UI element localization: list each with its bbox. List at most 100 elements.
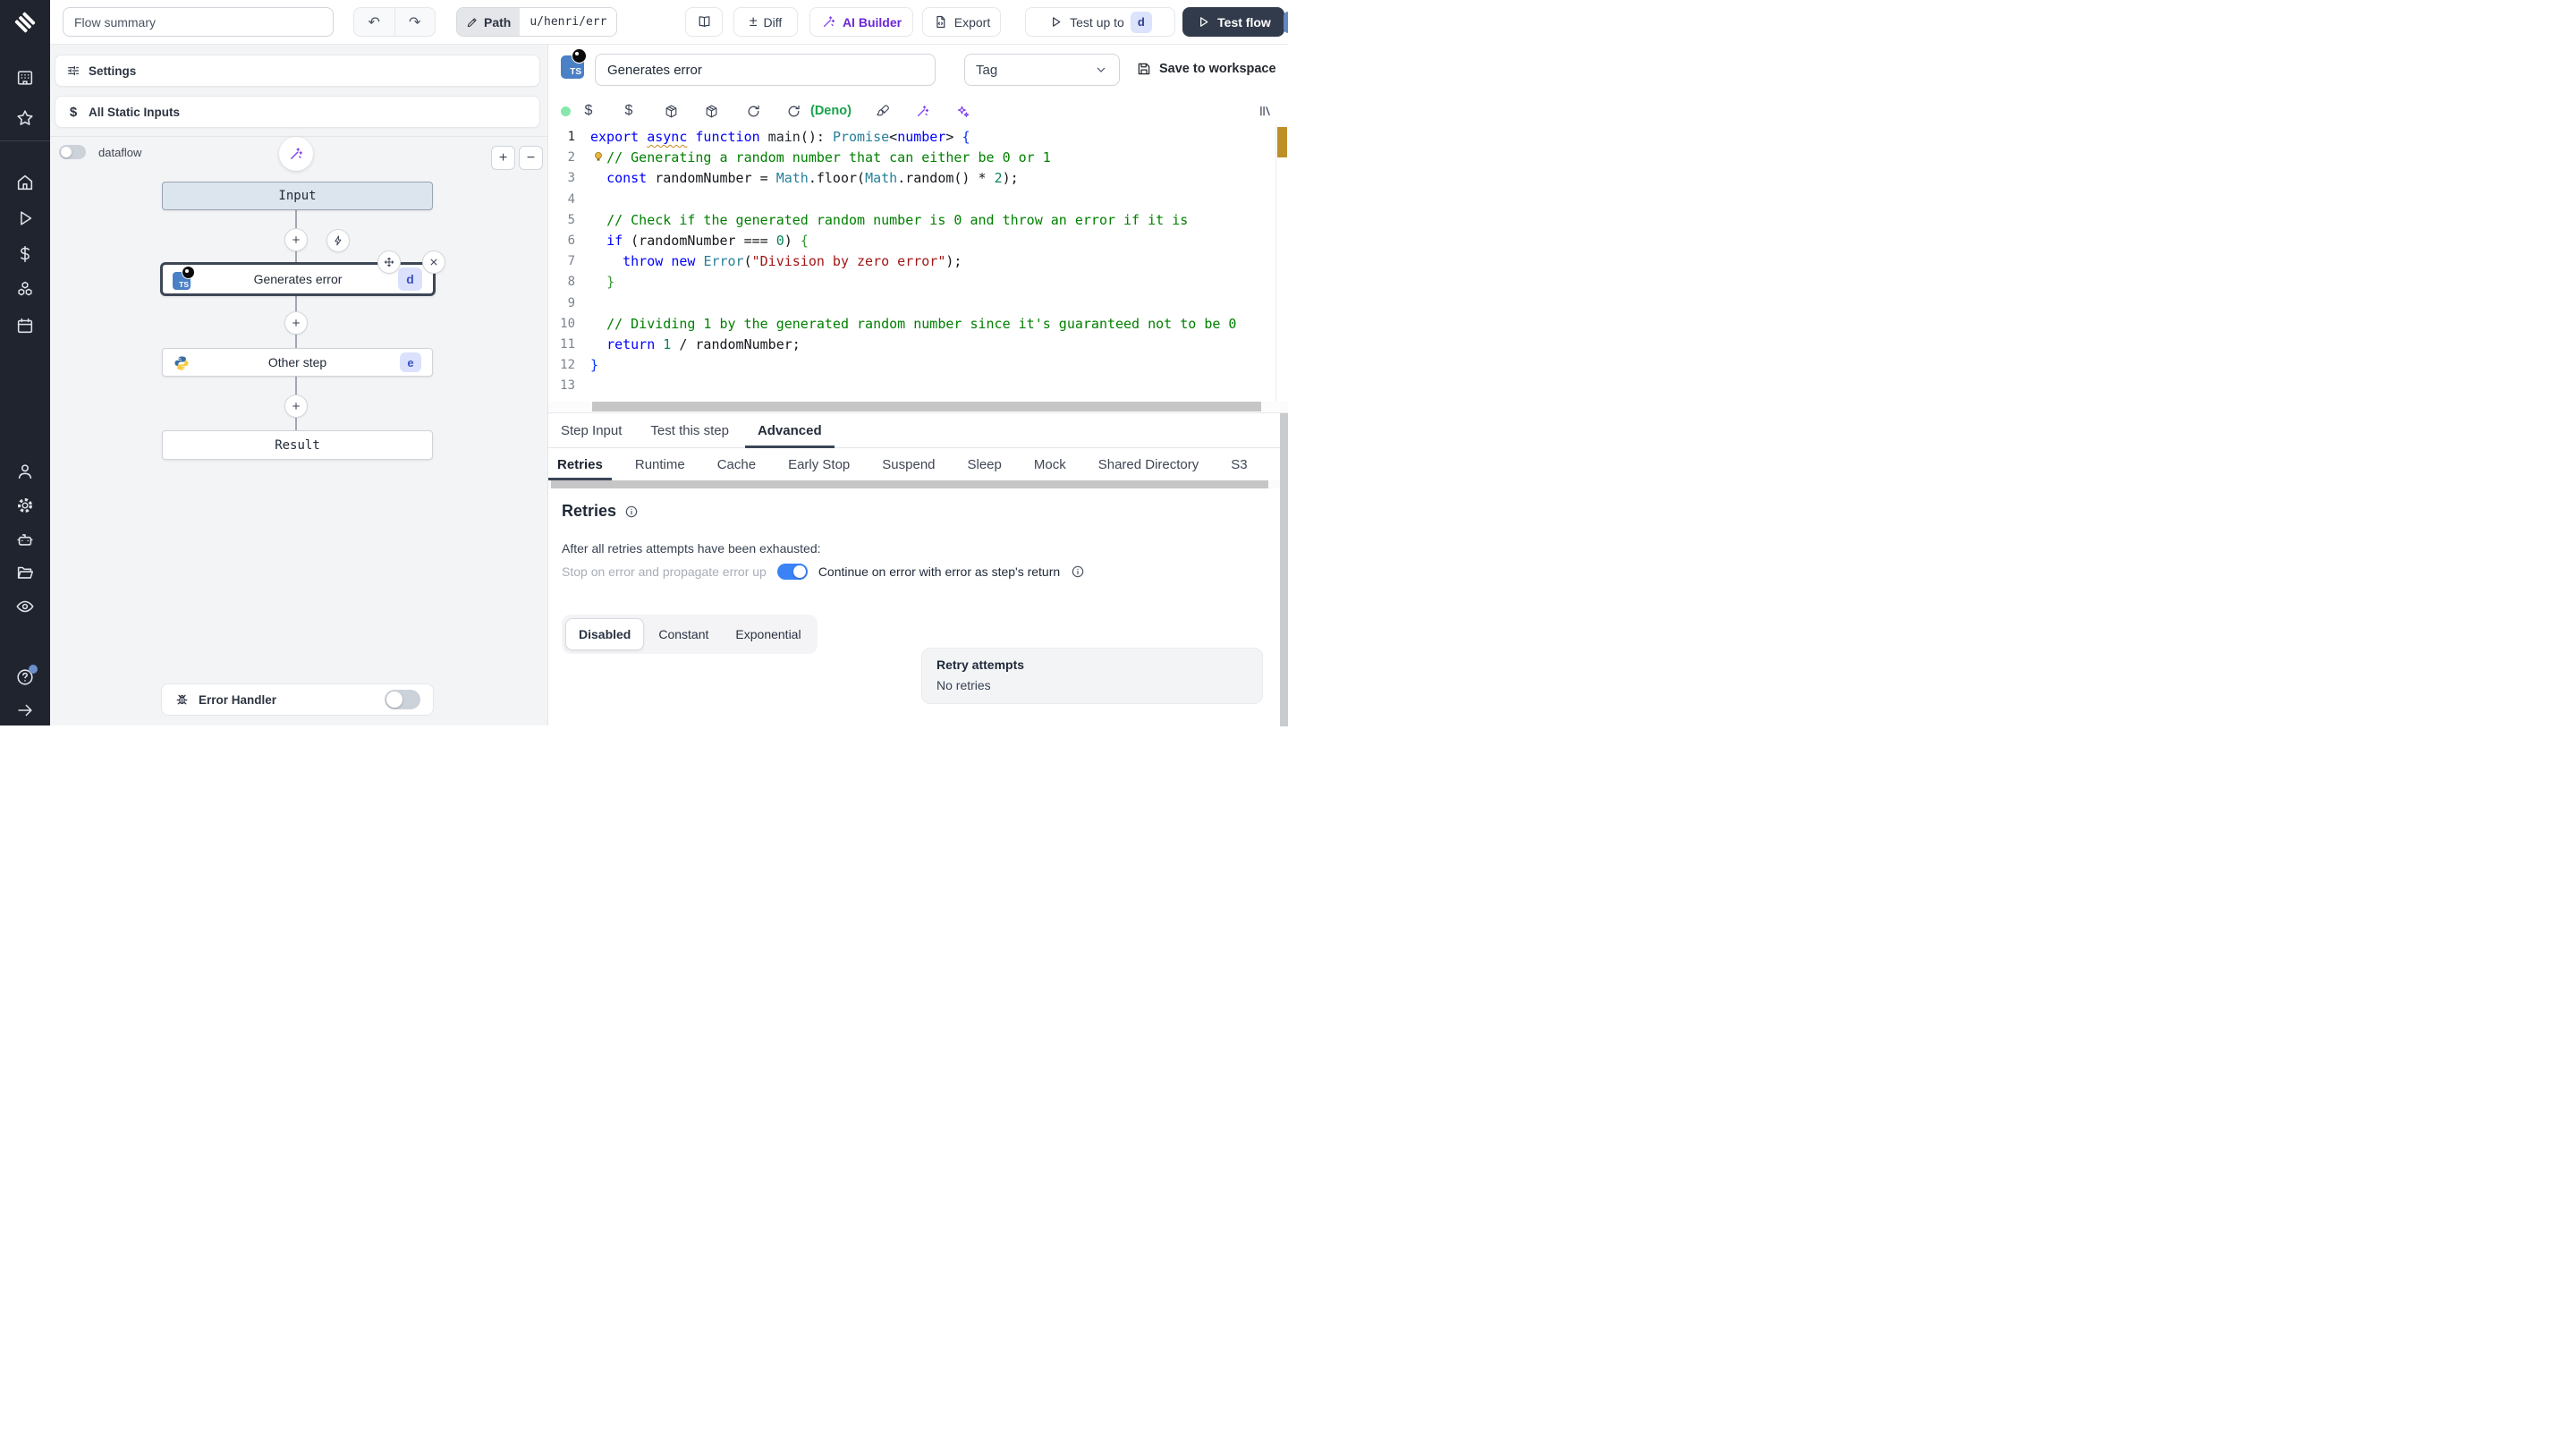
tag-select[interactable]: Tag bbox=[964, 54, 1120, 86]
undo-button[interactable]: ↶ bbox=[354, 8, 395, 36]
workspace-icon[interactable] bbox=[15, 68, 35, 88]
variable-dollar-icon[interactable]: $ bbox=[580, 102, 597, 120]
subtab-sleep[interactable]: Sleep bbox=[959, 448, 1011, 480]
retry-mode-constant[interactable]: Constant bbox=[646, 618, 721, 650]
add-step-button[interactable] bbox=[284, 395, 308, 418]
subtab-early-stop[interactable]: Early Stop bbox=[779, 448, 859, 480]
ai-wand-icon[interactable] bbox=[913, 102, 931, 120]
resource-dollar-icon[interactable]: $ bbox=[620, 102, 638, 120]
ai-flow-wand-button[interactable] bbox=[279, 137, 313, 171]
add-step-button[interactable] bbox=[284, 228, 308, 251]
code-gutter: 1 2 3 4 5 6 7 8 9 10 11 12 13 bbox=[560, 130, 575, 394]
tab-test-this-step[interactable]: Test this step bbox=[638, 413, 741, 447]
path-chip[interactable]: Path u/henri/err bbox=[456, 7, 618, 37]
export-file-icon bbox=[936, 15, 945, 29]
typescript-icon: TS bbox=[561, 48, 587, 79]
step-name-input[interactable] bbox=[595, 54, 936, 86]
all-static-inputs-row[interactable]: $ All Static Inputs bbox=[55, 96, 540, 128]
zoom-in-button[interactable]: + bbox=[491, 146, 515, 170]
home-icon[interactable] bbox=[15, 173, 35, 192]
format-brush-icon[interactable] bbox=[874, 102, 892, 120]
trigger-zap-button[interactable] bbox=[326, 229, 350, 252]
subtab-scrollbar[interactable] bbox=[548, 480, 1288, 488]
move-step-button[interactable] bbox=[377, 250, 401, 274]
sliders-icon bbox=[68, 65, 79, 76]
sparkles-icon[interactable] bbox=[953, 102, 971, 120]
subtab-runtime[interactable]: Runtime bbox=[626, 448, 694, 480]
code-lines: export async function main(): Promise<nu… bbox=[590, 129, 1237, 374]
edge-peek-button[interactable] bbox=[1284, 12, 1288, 33]
subtab-mock[interactable]: Mock bbox=[1025, 448, 1075, 480]
collapse-arrow-icon[interactable] bbox=[15, 700, 35, 720]
deno-icon bbox=[572, 48, 587, 64]
code-editor-panel: TS Tag Save to workspace $ $ bbox=[548, 45, 1288, 412]
subtab-cache[interactable]: Cache bbox=[708, 448, 765, 480]
add-step-button[interactable] bbox=[284, 311, 308, 335]
step-config-panel: Step Input Test this step Advanced Retri… bbox=[548, 412, 1288, 726]
error-handler-row[interactable]: Error Handler bbox=[161, 683, 434, 716]
subtab-s3[interactable]: S3 bbox=[1222, 448, 1256, 480]
folders-icon[interactable] bbox=[15, 563, 35, 582]
resources-cubes-icon[interactable] bbox=[15, 280, 35, 300]
user-icon[interactable] bbox=[15, 462, 35, 481]
undo-redo-group: ↶ ↷ bbox=[353, 7, 436, 37]
editor-toolbar: $ $ (Deno) bbox=[548, 94, 1288, 125]
reload-icon[interactable] bbox=[784, 102, 802, 120]
diff-button[interactable]: ± Diff bbox=[733, 7, 798, 37]
error-handler-toggle[interactable] bbox=[385, 690, 420, 709]
advanced-subtab-bar: Retries Runtime Cache Early Stop Suspend… bbox=[548, 448, 1288, 480]
schedules-calendar-icon[interactable] bbox=[15, 316, 35, 335]
package-icon[interactable] bbox=[662, 102, 680, 120]
package-icon[interactable] bbox=[702, 102, 720, 120]
subtab-suspend[interactable]: Suspend bbox=[873, 448, 944, 480]
flow-settings-row[interactable]: Settings bbox=[55, 55, 540, 87]
continue-on-error-label: Continue on error with error as step's r… bbox=[818, 564, 1061, 579]
dollar-icon: $ bbox=[69, 104, 78, 120]
deno-runtime-label[interactable]: (Deno) bbox=[810, 104, 852, 118]
tab-bar: Step Input Test this step Advanced bbox=[548, 413, 1288, 448]
overview-ruler-marker bbox=[1277, 127, 1287, 157]
audit-eye-icon[interactable] bbox=[15, 597, 35, 616]
ai-builder-button[interactable]: AI Builder bbox=[809, 7, 913, 37]
step-id-badge: e bbox=[400, 352, 421, 372]
input-node[interactable]: Input bbox=[162, 182, 433, 210]
library-icon[interactable] bbox=[1256, 102, 1274, 120]
tab-step-input[interactable]: Step Input bbox=[548, 413, 634, 447]
tab-advanced[interactable]: Advanced bbox=[744, 413, 835, 448]
runs-play-icon[interactable] bbox=[15, 208, 35, 228]
delete-step-button[interactable] bbox=[422, 250, 445, 274]
reload-icon[interactable] bbox=[744, 102, 762, 120]
play-icon bbox=[1200, 17, 1208, 27]
book-icon bbox=[699, 16, 709, 28]
flow-summary-input[interactable] bbox=[63, 7, 334, 37]
subtab-shared-directory[interactable]: Shared Directory bbox=[1089, 448, 1208, 480]
favorites-star-icon[interactable] bbox=[15, 108, 35, 128]
code-editor[interactable]: 1 2 3 4 5 6 7 8 9 10 11 12 13 export async function … bbox=[548, 125, 1288, 402]
result-node[interactable]: Result bbox=[162, 430, 433, 460]
code-horizontal-scrollbar[interactable] bbox=[548, 402, 1288, 412]
lightbulb-icon[interactable] bbox=[592, 150, 605, 163]
redo-button[interactable]: ↷ bbox=[395, 8, 436, 36]
settings-gear-icon[interactable] bbox=[15, 496, 35, 515]
info-icon[interactable] bbox=[1071, 564, 1085, 579]
step-node[interactable]: Other step e bbox=[162, 348, 433, 377]
subtab-retries[interactable]: Retries bbox=[548, 448, 612, 480]
retry-mode-disabled[interactable]: Disabled bbox=[565, 618, 645, 650]
save-to-workspace-button[interactable]: Save to workspace bbox=[1136, 61, 1276, 77]
move-icon bbox=[384, 257, 394, 267]
test-up-to-button[interactable]: Test up to d bbox=[1025, 7, 1175, 37]
help-icon[interactable] bbox=[15, 665, 38, 687]
workers-robot-icon[interactable] bbox=[15, 530, 35, 549]
variables-dollar-icon[interactable] bbox=[15, 244, 35, 264]
windmill-logo-icon[interactable] bbox=[13, 11, 37, 34]
info-icon[interactable] bbox=[624, 505, 639, 519]
step-id-badge: d bbox=[398, 267, 422, 291]
panel-vertical-scrollbar[interactable] bbox=[1280, 413, 1288, 726]
docs-book-button[interactable] bbox=[685, 7, 723, 37]
continue-on-error-toggle[interactable] bbox=[776, 564, 808, 580]
retry-mode-exponential[interactable]: Exponential bbox=[723, 618, 813, 650]
export-button[interactable]: Export bbox=[922, 7, 1001, 37]
zoom-out-button[interactable]: − bbox=[519, 146, 543, 170]
dataflow-toggle[interactable] bbox=[59, 145, 86, 159]
test-flow-button[interactable]: Test flow bbox=[1182, 7, 1284, 37]
